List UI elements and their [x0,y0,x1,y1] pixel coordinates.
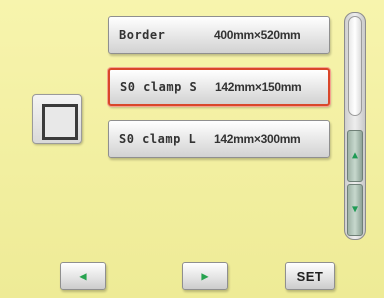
scroll-down-button[interactable]: ▼ [347,184,363,236]
triangle-left-icon: ◀ [79,269,87,283]
hoop-item-border[interactable]: Border 400mm×520mm [108,16,330,54]
hoop-size: 400mm×520mm [214,28,301,42]
triangle-up-icon: ▲ [351,150,359,161]
hoop-name: Border [119,28,166,42]
hoop-name: S0 clamp S [120,80,198,94]
triangle-right-icon: ▶ [201,269,209,283]
next-button[interactable]: ▶ [182,262,228,290]
triangle-down-icon: ▼ [351,204,359,215]
set-button[interactable]: SET [285,262,335,290]
set-button-label: SET [296,268,324,284]
hoop-item-s0-clamp-l[interactable]: S0 clamp L 142mm×300mm [108,120,330,158]
hoop-preview-icon [32,94,82,144]
hoop-size: 142mm×150mm [215,80,302,94]
scroll-up-button[interactable]: ▲ [347,130,363,182]
previous-button[interactable]: ◀ [60,262,106,290]
hoop-name: S0 clamp L [119,132,197,146]
hoop-item-s0-clamp-s[interactable]: S0 clamp S 142mm×150mm [108,68,330,106]
hoop-selection-screen: Border 400mm×520mm S0 clamp S 142mm×150m… [0,0,384,298]
scrollbar-thumb[interactable] [348,16,362,116]
hoop-size: 142mm×300mm [214,132,301,146]
